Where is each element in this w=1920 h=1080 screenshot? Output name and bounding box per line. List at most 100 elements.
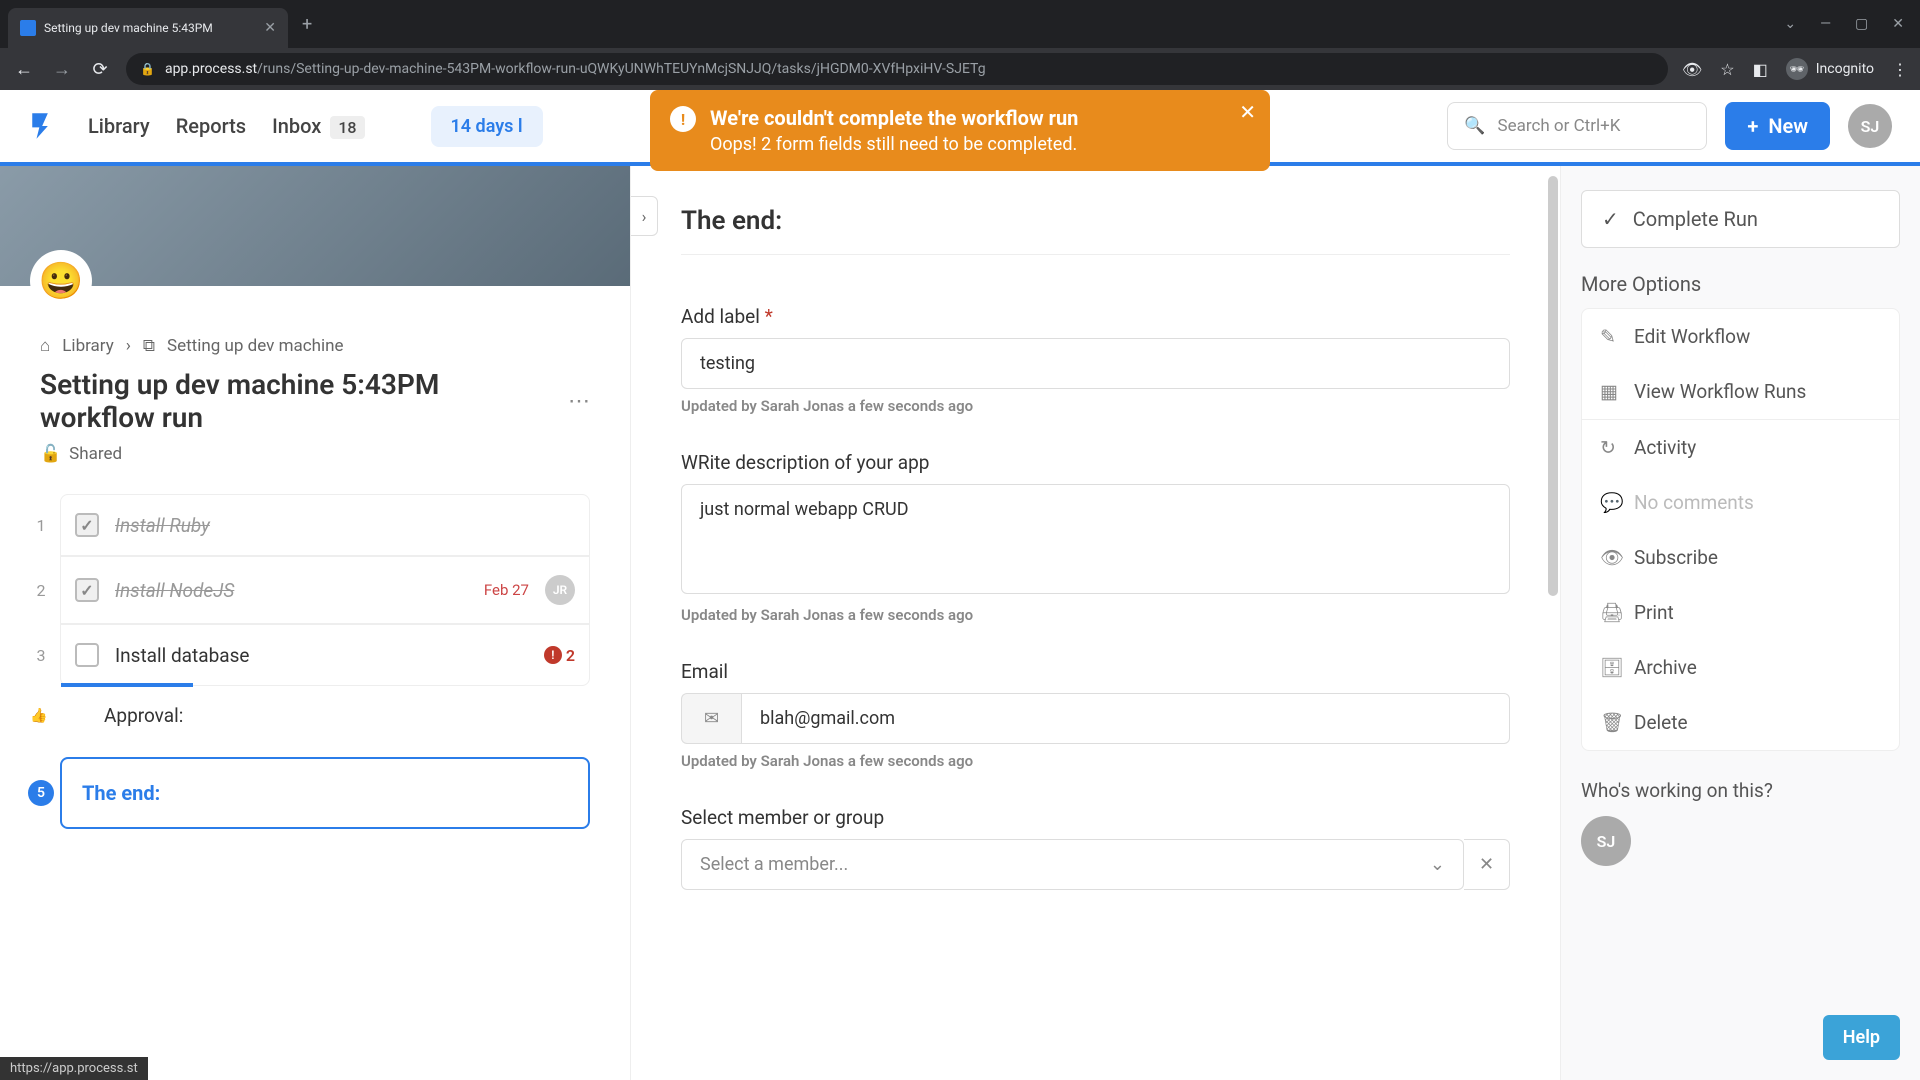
- complete-run-button[interactable]: ✓ Complete Run: [1581, 190, 1900, 248]
- trial-banner[interactable]: 14 days l: [431, 106, 543, 147]
- task-number: 2: [31, 581, 51, 600]
- toast-message: Oops! 2 form fields still need to be com…: [710, 134, 1078, 155]
- working-avatar[interactable]: SJ: [1581, 816, 1631, 866]
- task-checkbox[interactable]: [75, 578, 99, 602]
- description-textarea[interactable]: [681, 484, 1510, 594]
- search-input[interactable]: 🔍 Search or Ctrl+K: [1447, 102, 1707, 150]
- task-number: 3: [31, 646, 51, 665]
- incognito-badge: 🕶 Incognito: [1786, 58, 1874, 80]
- edit-workflow-option[interactable]: ✎ Edit Workflow: [1582, 309, 1899, 364]
- toast-title: We're couldn't complete the workflow run: [710, 106, 1078, 130]
- right-panel: ✓ Complete Run More Options ✎ Edit Workf…: [1560, 166, 1920, 1080]
- form-panel: › The end: Add label * Updated by Sarah …: [630, 166, 1560, 1080]
- working-on-heading: Who's working on this?: [1581, 779, 1900, 802]
- task-label: Install Ruby: [115, 514, 210, 537]
- task-checkbox[interactable]: [75, 513, 99, 537]
- options-menu: ✎ Edit Workflow ▦ View Workflow Runs ↻ A…: [1581, 308, 1900, 751]
- breadcrumb-root[interactable]: Library: [62, 336, 113, 356]
- user-avatar[interactable]: SJ: [1848, 104, 1892, 148]
- address-bar: ← → ⟳ 🔒 app.process.st/runs/Setting-up-d…: [0, 48, 1920, 90]
- chevron-down-icon: ⌄: [1430, 854, 1445, 875]
- eye-off-icon[interactable]: 👁: [1682, 60, 1702, 79]
- close-tab-icon[interactable]: ✕: [264, 20, 276, 36]
- task-row[interactable]: 2 Install NodeJS Feb 27 JR: [60, 556, 590, 624]
- close-icon[interactable]: ✕: [1239, 100, 1256, 124]
- field-hint: Updated by Sarah Jonas a few seconds ago: [681, 397, 1510, 415]
- menu-icon[interactable]: ⋮: [1892, 60, 1908, 79]
- copy-icon[interactable]: ⧉: [143, 336, 155, 356]
- forward-button[interactable]: →: [50, 59, 74, 80]
- workflow-emoji[interactable]: 😀: [30, 250, 92, 312]
- home-icon[interactable]: ⌂: [40, 336, 50, 356]
- plus-icon: +: [1747, 114, 1758, 138]
- task-row[interactable]: 3 Install database ! 2: [60, 624, 590, 686]
- nav-inbox[interactable]: Inbox 18: [272, 114, 364, 138]
- label-input[interactable]: [681, 338, 1510, 389]
- pencil-icon: ✎: [1600, 325, 1620, 348]
- approval-row[interactable]: 👍 Approval:: [60, 686, 590, 745]
- minimize-icon[interactable]: —: [1820, 16, 1831, 32]
- subscribe-option[interactable]: 👁 Subscribe: [1582, 530, 1899, 585]
- task-label: The end:: [82, 781, 160, 805]
- browser-tab-strip: Setting up dev machine 5:43PM ✕ + ⌄ — ▢ …: [0, 0, 1920, 48]
- table-icon: ▦: [1600, 380, 1620, 403]
- more-options-heading: More Options: [1581, 272, 1900, 296]
- print-icon: 🖨: [1600, 601, 1620, 624]
- print-option[interactable]: 🖨 Print: [1582, 585, 1899, 640]
- nav-reports[interactable]: Reports: [176, 114, 246, 138]
- nav-library[interactable]: Library: [88, 114, 150, 138]
- help-button[interactable]: Help: [1823, 1015, 1900, 1060]
- back-button[interactable]: ←: [12, 59, 36, 80]
- task-label: Install database: [115, 644, 249, 667]
- new-tab-button[interactable]: +: [288, 14, 326, 35]
- shared-indicator[interactable]: 🔓 Shared: [0, 434, 630, 494]
- email-input[interactable]: [741, 693, 1510, 744]
- assignee-avatar[interactable]: JR: [545, 575, 575, 605]
- url-field[interactable]: 🔒 app.process.st/runs/Setting-up-dev-mac…: [126, 53, 1668, 85]
- unlock-icon: 🔓: [40, 444, 61, 464]
- chevron-right-icon: ›: [126, 336, 131, 356]
- search-icon: 🔍: [1464, 116, 1485, 136]
- archive-option[interactable]: 🗄 Archive: [1582, 640, 1899, 695]
- breadcrumb: ⌂ Library › ⧉ Setting up dev machine: [0, 286, 630, 368]
- status-bar: https://app.process.st: [0, 1057, 148, 1080]
- activity-option[interactable]: ↻ Activity: [1582, 419, 1899, 475]
- new-button[interactable]: + New: [1725, 102, 1830, 150]
- task-error-badge: ! 2: [544, 646, 575, 665]
- error-icon: !: [544, 646, 562, 664]
- task-row[interactable]: 1 Install Ruby: [60, 494, 590, 556]
- task-row-active[interactable]: 5 The end:: [60, 757, 590, 829]
- comments-option[interactable]: 💬 No comments: [1582, 475, 1899, 530]
- eye-icon: 👁: [1600, 546, 1620, 569]
- field-hint: Updated by Sarah Jonas a few seconds ago: [681, 752, 1510, 770]
- view-runs-option[interactable]: ▦ View Workflow Runs: [1582, 364, 1899, 419]
- member-select[interactable]: Select a member... ⌄: [681, 839, 1464, 890]
- trash-icon: 🗑: [1600, 711, 1620, 734]
- check-icon: ✓: [1602, 207, 1619, 231]
- close-window-icon[interactable]: ✕: [1892, 16, 1904, 32]
- left-panel: 😀 ⌂ Library › ⧉ Setting up dev machine S…: [0, 166, 630, 1080]
- breadcrumb-current[interactable]: Setting up dev machine: [167, 336, 344, 356]
- error-toast: ! We're couldn't complete the workflow r…: [650, 90, 1270, 171]
- alert-icon: !: [670, 106, 696, 132]
- clear-button[interactable]: ✕: [1464, 839, 1510, 890]
- collapse-button[interactable]: ›: [630, 196, 658, 236]
- task-number: 1: [31, 516, 51, 535]
- history-icon: ↻: [1600, 436, 1620, 459]
- tabs-dropdown-icon[interactable]: ⌄: [1784, 16, 1796, 32]
- maximize-icon[interactable]: ▢: [1855, 16, 1868, 32]
- star-icon[interactable]: ☆: [1720, 60, 1734, 79]
- lock-icon: 🔒: [140, 62, 155, 76]
- incognito-icon: 🕶: [1786, 58, 1808, 80]
- extensions-icon[interactable]: ◧: [1753, 60, 1768, 79]
- logo[interactable]: [28, 109, 62, 143]
- more-menu-button[interactable]: ⋯: [568, 389, 590, 414]
- hero-image: 😀: [0, 166, 630, 286]
- favicon: [20, 20, 36, 36]
- browser-tab[interactable]: Setting up dev machine 5:43PM ✕: [8, 8, 288, 48]
- comment-icon: 💬: [1600, 491, 1620, 514]
- task-checkbox[interactable]: [75, 643, 99, 667]
- reload-button[interactable]: ⟳: [88, 59, 112, 80]
- task-label: Install NodeJS: [115, 579, 234, 602]
- delete-option[interactable]: 🗑 Delete: [1582, 695, 1899, 750]
